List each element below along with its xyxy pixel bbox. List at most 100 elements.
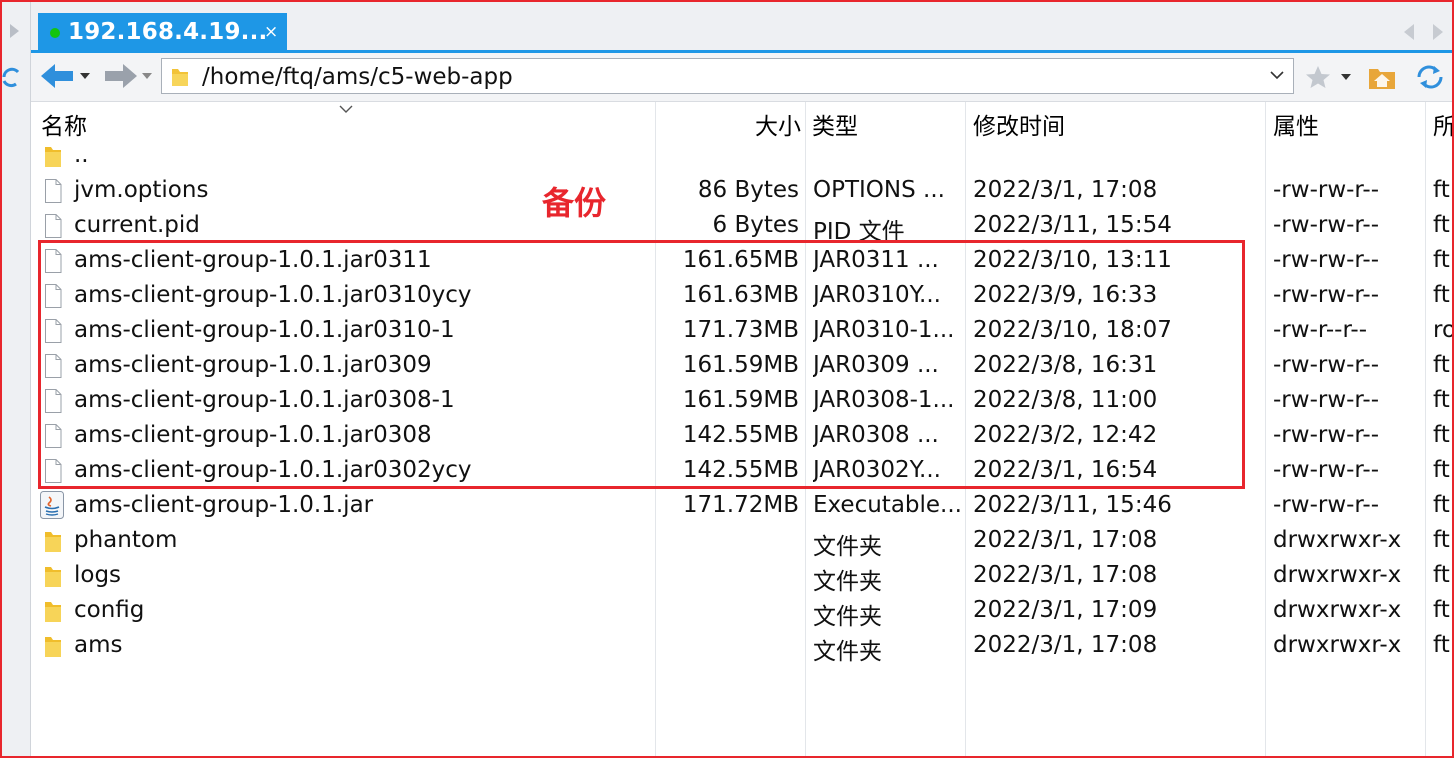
file-row[interactable]: ams 文件夹 2022/3/1, 17:08 drwxrwxr-x ft — [31, 630, 1452, 665]
file-row[interactable]: ams-client-group-1.0.1.jar0309 161.59MB JA… — [31, 350, 1452, 385]
file-icon — [43, 248, 63, 278]
folder-icon — [172, 69, 188, 86]
chevron-right-icon[interactable] — [10, 24, 19, 38]
file-type: Executable... — [813, 492, 962, 518]
column-header-type[interactable]: 类型 — [812, 107, 858, 141]
file-icon — [43, 458, 63, 488]
folder-icon — [43, 143, 63, 173]
file-row[interactable]: jvm.options 86 Bytes OPTIONS ... 2022/3/1, … — [31, 175, 1452, 210]
file-modified: 2022/3/10, 13:11 — [973, 247, 1172, 273]
file-modified: 2022/3/1, 17:08 — [973, 527, 1158, 553]
tab-bar: 192.168.4.19... × — [31, 2, 1452, 52]
file-size: 171.72MB — [682, 492, 799, 518]
bookmark-dropdown-icon[interactable] — [1340, 73, 1352, 81]
forward-dropdown-icon[interactable] — [141, 72, 153, 80]
address-bar[interactable]: /home/ftq/ams/c5-web-app — [161, 58, 1294, 94]
tab-scroll-right-icon[interactable] — [1433, 24, 1443, 40]
file-modified: 2022/3/8, 16:31 — [973, 352, 1158, 378]
file-attributes: -rw-rw-r-- — [1273, 457, 1380, 483]
file-row[interactable]: ams-client-group-1.0.1.jar0302ycy 142.55M… — [31, 455, 1452, 490]
refresh-icon[interactable] — [2, 66, 24, 88]
file-type: OPTIONS ... — [813, 177, 945, 203]
file-owner: ft — [1433, 352, 1450, 378]
folder-icon — [43, 598, 63, 628]
file-attributes: drwxrwxr-x — [1273, 562, 1402, 588]
file-row[interactable]: config 文件夹 2022/3/1, 17:09 drwxrwxr-x ft — [31, 595, 1452, 630]
file-icon — [43, 283, 63, 313]
file-name: ams-client-group-1.0.1.jar0311 — [74, 247, 432, 273]
file-name: ams-client-group-1.0.1.jar0310ycy — [74, 282, 472, 308]
column-header-name[interactable]: 名称 — [41, 107, 87, 141]
file-owner: ft — [1433, 177, 1450, 203]
file-size: 161.59MB — [682, 352, 799, 378]
folder-icon — [43, 563, 63, 593]
file-modified: 2022/3/8, 11:00 — [973, 387, 1158, 413]
file-type: JAR0311 ... — [813, 247, 939, 273]
file-attributes: -rw-rw-r-- — [1273, 387, 1380, 413]
file-icon — [43, 423, 63, 453]
refresh-icon[interactable] — [1415, 63, 1445, 91]
file-name: config — [74, 597, 145, 623]
file-modified: 2022/3/11, 15:46 — [973, 492, 1172, 518]
sort-descending-icon — [339, 105, 353, 113]
file-modified: 2022/3/1, 17:08 — [973, 632, 1158, 658]
file-row[interactable]: .. — [31, 140, 1452, 175]
file-type: JAR0310-1... — [813, 317, 955, 343]
file-row[interactable]: logs 文件夹 2022/3/1, 17:08 drwxrwxr-x ft — [31, 560, 1452, 595]
file-attributes: drwxrwxr-x — [1273, 527, 1402, 553]
file-type: JAR0302Y... — [813, 457, 941, 483]
file-owner: ft — [1433, 562, 1450, 588]
file-row[interactable]: ams-client-group-1.0.1.jar 171.72MB Execut… — [31, 490, 1452, 525]
file-type: JAR0308-1... — [813, 387, 955, 413]
file-name: .. — [74, 142, 89, 168]
file-type: JAR0310Y... — [813, 282, 941, 308]
file-owner: ft — [1433, 527, 1450, 553]
column-header-modified[interactable]: 修改时间 — [973, 107, 1065, 141]
file-type: PID 文件 — [813, 219, 905, 245]
back-arrow-icon[interactable] — [39, 63, 75, 89]
file-name: ams-client-group-1.0.1.jar0308-1 — [74, 387, 455, 413]
file-size: 86 Bytes — [697, 177, 799, 203]
file-attributes: -rw-rw-r-- — [1273, 212, 1380, 238]
toolbar: /home/ftq/ams/c5-web-app — [31, 53, 1452, 102]
file-type: JAR0309 ... — [813, 352, 939, 378]
file-owner: ft — [1433, 282, 1450, 308]
back-dropdown-icon[interactable] — [79, 72, 91, 80]
connection-status-icon — [50, 28, 60, 38]
file-row[interactable]: current.pid 6 Bytes PID 文件 2022/3/11, 15:54… — [31, 210, 1452, 245]
file-row[interactable]: ams-client-group-1.0.1.jar0310ycy 161.63M… — [31, 280, 1452, 315]
column-header-size[interactable]: 大小 — [721, 107, 801, 141]
home-folder-icon[interactable] — [1367, 63, 1397, 91]
tab-scroll-left-icon[interactable] — [1404, 24, 1414, 40]
file-name: logs — [74, 562, 122, 588]
forward-arrow-icon[interactable] — [103, 63, 139, 89]
file-size: 6 Bytes — [712, 212, 800, 238]
file-type: 文件夹 — [813, 534, 882, 560]
file-modified: 2022/3/10, 18:07 — [973, 317, 1172, 343]
close-icon[interactable]: × — [264, 22, 278, 42]
file-attributes: -rw-rw-r-- — [1273, 177, 1380, 203]
file-modified: 2022/3/1, 17:08 — [973, 562, 1158, 588]
file-icon — [43, 353, 63, 383]
left-gutter — [2, 2, 31, 756]
folder-icon — [43, 528, 63, 558]
folder-icon — [43, 633, 63, 663]
chevron-down-icon[interactable] — [1269, 67, 1285, 83]
column-header-attrs[interactable]: 属性 — [1273, 107, 1319, 141]
session-tab[interactable]: 192.168.4.19... × — [38, 13, 287, 52]
file-name: ams-client-group-1.0.1.jar — [74, 492, 374, 518]
file-icon — [43, 213, 63, 243]
file-attributes: -rw-rw-r-- — [1273, 352, 1380, 378]
file-row[interactable]: ams-client-group-1.0.1.jar0308-1 161.59MB… — [31, 385, 1452, 420]
file-row[interactable]: phantom 文件夹 2022/3/1, 17:08 drwxrwxr-x ft — [31, 525, 1452, 560]
file-type: 文件夹 — [813, 604, 882, 630]
column-header-owner[interactable]: 所 — [1433, 107, 1452, 141]
file-row[interactable]: ams-client-group-1.0.1.jar0308 142.55MB JA… — [31, 420, 1452, 455]
bookmark-star-icon[interactable] — [1305, 65, 1331, 89]
file-row[interactable]: ams-client-group-1.0.1.jar0311 161.65MB JA… — [31, 245, 1452, 280]
file-owner: ft — [1433, 212, 1450, 238]
file-row[interactable]: ams-client-group-1.0.1.jar0310-1 171.73MB… — [31, 315, 1452, 350]
file-attributes: -rw-r--r-- — [1273, 317, 1368, 343]
file-name: ams — [74, 632, 123, 658]
file-owner: ft — [1433, 457, 1450, 483]
